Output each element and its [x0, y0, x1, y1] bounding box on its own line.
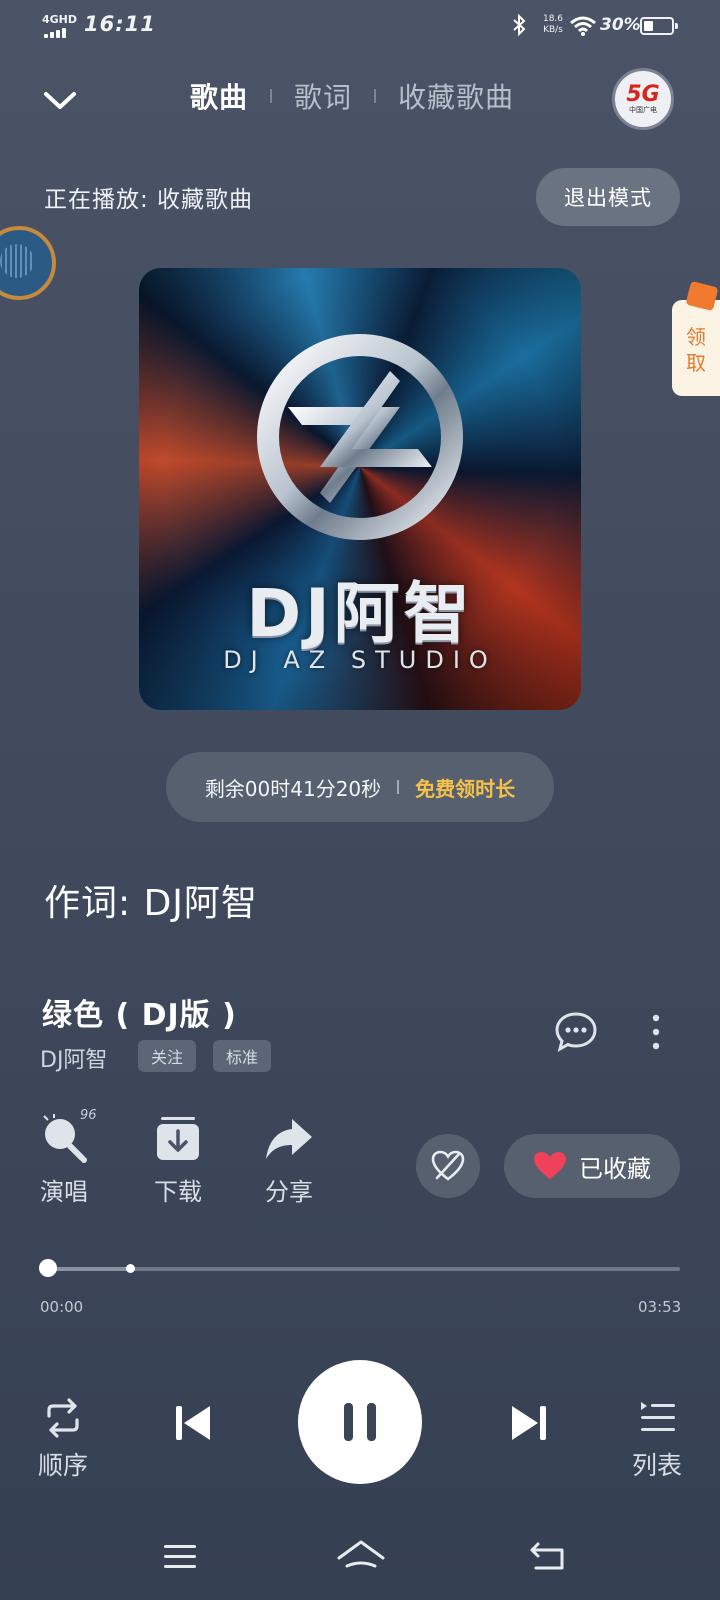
- previous-button[interactable]: [170, 1400, 216, 1446]
- tab-favorites[interactable]: 收藏歌曲: [398, 76, 514, 116]
- collapse-chevron-icon[interactable]: [40, 80, 80, 120]
- net-speed: 18.6 KB/s: [542, 14, 564, 35]
- wifi-icon: [570, 16, 596, 41]
- progress-track[interactable]: [48, 1267, 680, 1271]
- network-type: 4GHD: [42, 13, 78, 26]
- share-button[interactable]: 分享: [254, 1112, 324, 1207]
- now-playing-label: 正在播放: 收藏歌曲: [44, 187, 254, 213]
- bluetooth-icon: [512, 13, 526, 41]
- sing-button[interactable]: 演唱: [29, 1112, 99, 1207]
- comment-icon[interactable]: [554, 1010, 598, 1054]
- share-icon: [254, 1112, 324, 1166]
- playlist-button[interactable]: 列表: [622, 1398, 692, 1482]
- play-order-button[interactable]: 顺序: [28, 1398, 98, 1482]
- tab-divider: [374, 89, 377, 103]
- exit-mode-button[interactable]: 退出模式: [536, 168, 680, 226]
- microphone-icon: [29, 1112, 99, 1166]
- playlist-icon: [641, 1402, 675, 1431]
- pause-button[interactable]: [298, 1360, 422, 1484]
- free-extend-link[interactable]: 免费领时长: [415, 773, 515, 802]
- song-title: 绿色 ( DJ版 ): [42, 998, 237, 1033]
- broken-heart-icon: [431, 1150, 465, 1181]
- system-menu-icon[interactable]: [162, 1542, 198, 1572]
- avatar[interactable]: 5G 中国广电: [612, 68, 674, 130]
- next-button[interactable]: [506, 1400, 552, 1446]
- download-icon: [143, 1112, 213, 1166]
- download-button[interactable]: 下载: [143, 1112, 213, 1207]
- skip-previous-icon: [176, 1406, 210, 1440]
- buffer-bar: [48, 1267, 131, 1271]
- repeat-icon: [47, 1398, 79, 1438]
- tab-song[interactable]: 歌曲: [190, 76, 248, 116]
- system-home-icon[interactable]: [336, 1538, 386, 1576]
- favorited-label: 已收藏: [579, 1154, 651, 1183]
- quality-button[interactable]: 标准: [213, 1040, 272, 1072]
- skip-next-icon: [512, 1406, 546, 1440]
- system-back-icon[interactable]: [528, 1540, 568, 1574]
- follow-button[interactable]: 关注: [138, 1040, 197, 1072]
- signal-icon: [44, 28, 66, 38]
- more-options-icon[interactable]: [646, 1012, 666, 1052]
- battery-percent: 30%: [600, 15, 641, 35]
- status-bar: 4GHD 16:11 18.6 KB/s 30%: [0, 0, 720, 56]
- progress-handle[interactable]: [39, 1259, 57, 1277]
- battery-icon: [640, 17, 678, 35]
- album-cover: DJ阿智 DJ AZ STUDIO: [139, 268, 581, 710]
- favorited-button[interactable]: 已收藏: [504, 1134, 680, 1198]
- album-title: DJ阿智: [246, 575, 474, 652]
- artist-name[interactable]: DJ阿智: [40, 1042, 107, 1074]
- remaining-time-pill[interactable]: 剩余00时41分20秒 免费领时长: [166, 752, 554, 822]
- current-time: 00:00: [40, 1298, 84, 1316]
- total-time: 03:53: [638, 1298, 682, 1316]
- promo-tab[interactable]: 领取: [672, 280, 720, 396]
- clock: 16:11: [84, 12, 156, 36]
- top-tabs: 歌曲 歌词 收藏歌曲: [190, 76, 514, 116]
- current-lyric[interactable]: 作词: DJ阿智: [44, 874, 258, 926]
- remaining-time: 剩余00时41分20秒: [204, 776, 382, 801]
- floating-widget[interactable]: [0, 226, 56, 300]
- pause-icon: [344, 1403, 353, 1441]
- red-envelope-icon: [685, 280, 719, 312]
- buffer-marker: [126, 1264, 136, 1273]
- album-subtitle: DJ AZ STUDIO: [223, 646, 497, 674]
- heart-icon: [534, 1152, 566, 1179]
- tab-divider: [270, 89, 273, 103]
- dislike-button[interactable]: [416, 1134, 480, 1198]
- dj-logo-icon: [257, 334, 463, 540]
- tab-lyrics[interactable]: 歌词: [294, 76, 352, 116]
